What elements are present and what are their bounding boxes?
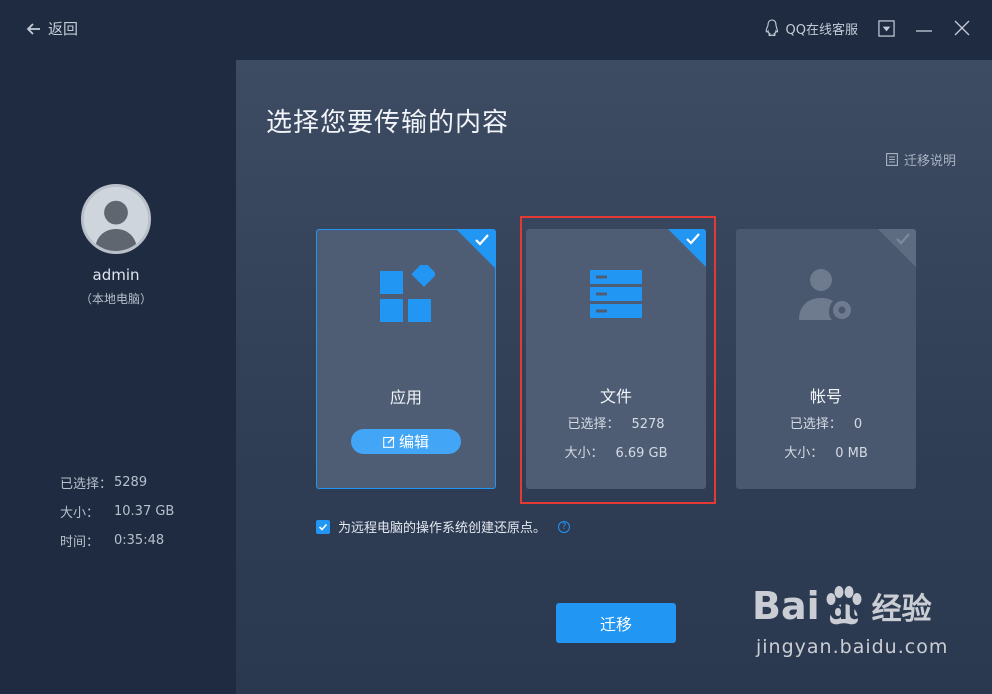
window-controls: QQ在线客服 [764,18,972,38]
size-value: 6.69 GB [615,446,668,461]
edit-apps-button[interactable]: 编辑 [351,429,461,454]
edit-label: 编辑 [398,433,429,451]
document-icon [886,153,898,166]
help-icon[interactable]: ? [558,520,571,533]
baidu-watermark: Bai du 经验 jingyan.baidu.com [752,584,982,674]
page-title: 选择您要传输的内容 [266,108,510,138]
watermark-url: jingyan.baidu.com [756,636,949,658]
file-list-icon [590,270,642,318]
restore-point-option: 为远程电脑的操作系统创建还原点。 ? [316,517,571,536]
selected-value: 0 [853,417,863,432]
minimize-icon [916,30,932,32]
dropdown-menu-button[interactable] [876,18,896,38]
stat-size: 大小： 10.37 GB [60,497,174,526]
selected-value: 5278 [631,417,665,432]
migrate-button[interactable]: 迁移 [556,603,676,643]
watermark-logo: Bai du 经验 [752,584,932,628]
username: admin [92,266,140,284]
files-size-row: 大小： 6.69 GB [526,442,706,461]
back-button[interactable]: 返回 [26,18,78,39]
transfer-stats: 已选择： 5289 大小： 10.37 GB 时间： 0:35:48 [60,468,174,555]
stat-label: 已选择： [60,477,113,492]
minimize-button[interactable] [914,18,934,38]
stat-value: 10.37 GB [114,504,175,519]
card-title: 帐号 [809,387,842,406]
device-label: （本地电脑） [79,292,152,306]
title-bar: 返回 QQ在线客服 [0,0,992,60]
qq-service-label: QQ在线客服 [785,22,858,38]
restore-point-label: 为远程电脑的操作系统创建还原点。 [338,521,547,536]
stat-label: 时间： [60,535,100,550]
size-label: 大小： [564,446,604,461]
checked-corner-icon [668,229,706,267]
files-selected-row: 已选择： 5278 [526,413,706,432]
qq-penguin-icon [765,19,778,36]
close-button[interactable] [952,18,972,38]
unchecked-corner-icon [878,229,916,267]
size-label: 大小： [784,446,824,461]
qq-service-link[interactable]: QQ在线客服 [764,19,858,38]
check-icon [318,523,328,531]
back-label: 返回 [48,20,79,38]
stat-label: 大小： [60,506,100,521]
size-value: 0 MB [835,446,868,461]
avatar [81,184,151,254]
accounts-selected-row: 已选择： 0 [736,413,916,432]
user-settings-icon [799,269,851,320]
arrow-left-icon [26,22,40,35]
apps-grid-icon [380,265,435,322]
card-accounts[interactable]: 帐号 已选择： 0 大小： 0 MB [736,229,916,489]
stat-selected: 已选择： 5289 [60,468,174,497]
selected-label: 已选择： [567,417,620,432]
card-title: 文件 [599,387,632,406]
restore-point-checkbox[interactable] [316,519,330,534]
caret-box-icon [877,19,895,37]
user-silhouette-icon [84,187,148,251]
migration-guide-label: 迁移说明 [903,154,956,169]
card-apps[interactable]: 应用 编辑 [316,229,496,489]
card-files[interactable]: 文件 已选择： 5278 大小： 6.69 GB [526,229,706,489]
selected-label: 已选择： [789,417,842,432]
sidebar: admin （本地电脑） 已选择： 5289 大小： 10.37 GB 时间： … [0,60,236,694]
edit-icon [383,436,395,448]
watermark-brand-b: du [829,596,867,626]
watermark-brand-cn: 经验 [871,592,932,627]
checked-corner-icon [457,230,495,268]
watermark-brand-a: Bai [752,584,820,628]
card-title: 应用 [389,388,422,407]
accounts-size-row: 大小： 0 MB [736,442,916,461]
migration-guide-link[interactable]: 迁移说明 [886,150,956,169]
stat-time: 时间： 0:35:48 [60,526,174,555]
stat-value: 5289 [114,475,148,490]
stat-value: 0:35:48 [114,533,165,548]
close-icon [954,20,970,36]
